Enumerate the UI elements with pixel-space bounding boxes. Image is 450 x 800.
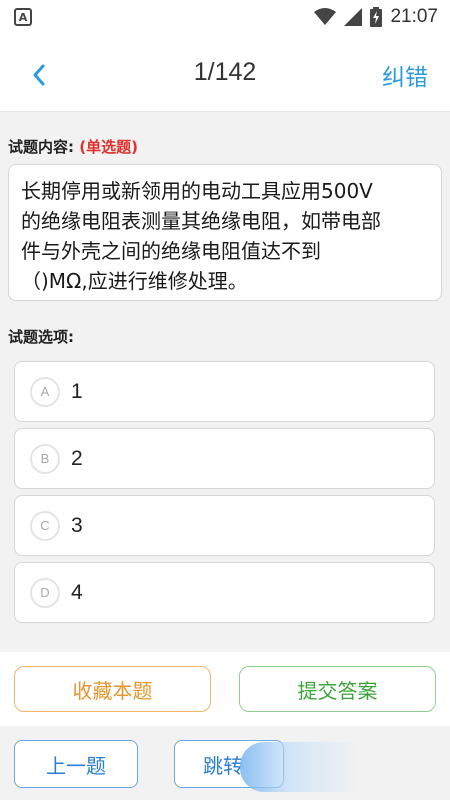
option-d[interactable]: D 4 <box>14 562 435 623</box>
option-text: 3 <box>71 513 83 537</box>
option-letter-badge: C <box>30 510 60 541</box>
option-letter-badge: A <box>30 376 60 407</box>
app-notification-icon: A <box>14 8 32 26</box>
option-text: 1 <box>71 379 83 403</box>
option-c[interactable]: C 3 <box>14 495 435 556</box>
battery-charging-icon <box>370 7 383 27</box>
favorite-button[interactable]: 收藏本题 <box>14 666 211 712</box>
signal-icon <box>344 8 363 26</box>
option-b[interactable]: B 2 <box>14 428 435 489</box>
question-type-badge: (单选题) <box>79 138 138 156</box>
jump-button[interactable]: 跳转 <box>174 740 284 788</box>
option-letter-badge: D <box>30 577 60 608</box>
status-bar: A 21:07 <box>0 0 450 34</box>
action-bar: 收藏本题 提交答案 <box>0 652 450 726</box>
question-line: （)MΩ,应进行维修处理。 <box>21 269 248 293</box>
report-error-button[interactable]: 纠错 <box>382 58 428 92</box>
question-line: 的绝缘电阻表测量其绝缘电阻，如带电部 <box>21 209 381 233</box>
option-a[interactable]: A 1 <box>14 361 435 422</box>
wifi-icon <box>314 8 337 25</box>
option-letter-badge: B <box>30 443 60 474</box>
bottom-navigation: 上一题 跳转 <box>0 726 450 800</box>
option-text: 4 <box>71 580 83 604</box>
option-text: 2 <box>71 446 83 470</box>
options-section-label: 试题选项: <box>8 328 74 346</box>
question-label: 试题内容: <box>8 138 74 156</box>
header: 1/142 纠错 <box>0 34 450 112</box>
previous-question-button[interactable]: 上一题 <box>14 740 138 788</box>
status-time: 21:07 <box>390 6 438 27</box>
status-icons: 21:07 <box>314 6 438 28</box>
question-line: 件与外壳之间的绝缘电阻值达不到 <box>21 239 321 263</box>
question-section-label: 试题内容: (单选题) <box>8 136 138 157</box>
question-text-box: 长期停用或新领用的电动工具应用500V 的绝缘电阻表测量其绝缘电阻，如带电部 件… <box>8 164 442 301</box>
question-line: 长期停用或新领用的电动工具应用500V <box>21 179 373 203</box>
submit-answer-button[interactable]: 提交答案 <box>239 666 436 712</box>
